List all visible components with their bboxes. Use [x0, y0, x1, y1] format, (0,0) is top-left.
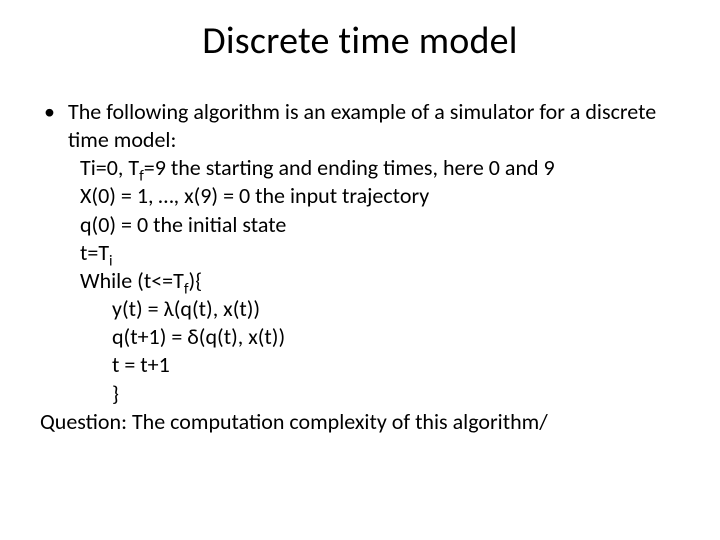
- algo-line-5: While (t<=Tf){: [40, 267, 680, 295]
- algo-line-8: t = t+1: [40, 351, 680, 379]
- algo-line-6: y(t) = λ(q(t), x(t)): [40, 295, 680, 323]
- text-fragment: Ti=0, T: [80, 154, 139, 181]
- algo-line-4: t=Ti: [40, 239, 680, 267]
- algo-line-1: Ti=0, Tf=9 the starting and ending times…: [40, 154, 680, 182]
- slide-body: • The following algorithm is an example …: [40, 98, 680, 436]
- bullet-item: • The following algorithm is an example …: [40, 98, 680, 154]
- text-fragment: While (t<=T: [80, 267, 184, 294]
- algo-line-9: }: [40, 380, 680, 408]
- text-fragment: =9 the starting and ending times, here 0…: [144, 154, 555, 181]
- text-fragment: ){: [189, 267, 203, 294]
- algo-line-7: q(t+1) = δ(q(t), x(t)): [40, 323, 680, 351]
- question-line: Question: The computation complexity of …: [40, 408, 680, 436]
- bullet-marker: •: [40, 98, 68, 126]
- bullet-text: The following algorithm is an example of…: [68, 98, 680, 154]
- algo-line-2: X(0) = 1, …, x(9) = 0 the input trajecto…: [40, 182, 680, 210]
- text-fragment: t=T: [80, 239, 109, 266]
- algo-line-3: q(0) = 0 the initial state: [40, 211, 680, 239]
- slide-title: Discrete time model: [40, 18, 680, 64]
